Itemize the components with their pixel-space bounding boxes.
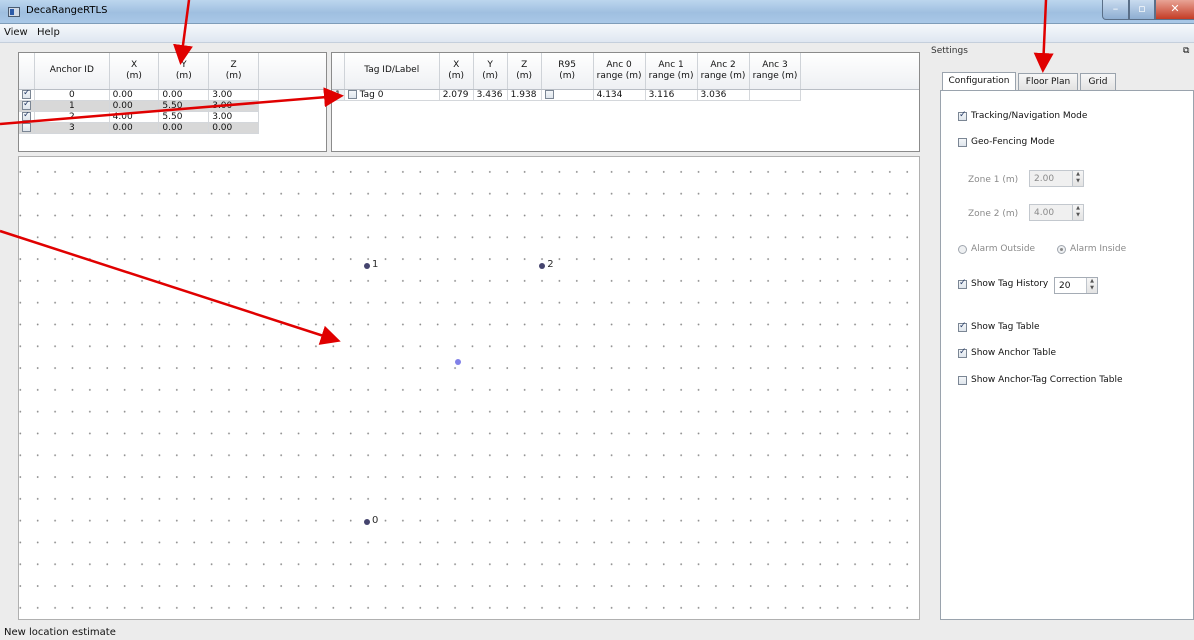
- header-anc1[interactable]: Anc 1 range (m): [645, 53, 698, 90]
- minimize-button[interactable]: –: [1102, 0, 1129, 20]
- menu-help[interactable]: Help: [37, 27, 60, 38]
- anchor-x-cell[interactable]: 0.00: [109, 122, 160, 134]
- zone2-label: Zone 2 (m): [968, 209, 1019, 219]
- anchor-x-cell[interactable]: 4.00: [109, 111, 160, 123]
- header-anc3[interactable]: Anc 3 range (m): [749, 53, 802, 90]
- anchor-enable-checkbox[interactable]: [22, 100, 31, 110]
- row-header[interactable]: 1: [332, 89, 345, 101]
- tag-y-cell[interactable]: 3.436: [473, 89, 508, 101]
- anc1-range-cell[interactable]: 3.116: [645, 89, 698, 101]
- anchor-marker[interactable]: [364, 519, 370, 525]
- anchor-table: Anchor ID X(m) Y(m) Z(m) 0 0.00 0.00 3.0…: [18, 52, 327, 152]
- tracking-mode-checkbox[interactable]: [958, 110, 967, 121]
- anchor-id-cell[interactable]: 3: [34, 122, 110, 134]
- alarm-inside-radio[interactable]: [1057, 244, 1066, 254]
- header-x[interactable]: X (m): [109, 53, 160, 90]
- tag-r95-cell[interactable]: [541, 89, 594, 101]
- show-anchor-table-checkbox[interactable]: [958, 347, 967, 358]
- anchor-x-cell[interactable]: 0.00: [109, 89, 160, 101]
- zone2-spinbox[interactable]: 4.00 ▲ ▼: [1029, 204, 1084, 221]
- anchor-y-cell[interactable]: 5.50: [158, 100, 210, 112]
- r95-checkbox[interactable]: [544, 89, 554, 99]
- anchor-x-cell[interactable]: 0.00: [109, 100, 160, 112]
- geofencing-mode-option[interactable]: Geo-Fencing Mode: [958, 137, 1055, 147]
- anchor-y-cell[interactable]: 5.50: [158, 111, 210, 123]
- header-y[interactable]: Y (m): [473, 53, 508, 90]
- anchor-z-cell[interactable]: 0.00: [208, 122, 260, 134]
- anchor-marker-label: 0: [372, 515, 379, 526]
- tag-x-cell[interactable]: 2.079: [439, 89, 474, 101]
- position-grid-view[interactable]: 1 2 0: [18, 156, 920, 620]
- anchor-enable-checkbox[interactable]: [22, 122, 31, 132]
- undock-icon[interactable]: ⧉: [1183, 46, 1189, 56]
- header-r95[interactable]: R95 (m): [541, 53, 594, 90]
- status-message: New location estimate: [4, 627, 116, 638]
- table-row[interactable]: 2 4.00 5.50 3.00: [19, 111, 326, 123]
- tag-select-checkbox[interactable]: [347, 89, 357, 99]
- anc2-range-cell[interactable]: 3.036: [697, 89, 750, 101]
- corner-header: [332, 53, 345, 90]
- show-anchor-table-option[interactable]: Show Anchor Table: [958, 347, 1056, 358]
- header-z[interactable]: Z (m): [208, 53, 260, 90]
- show-correction-table-option[interactable]: Show Anchor-Tag Correction Table: [958, 375, 1123, 385]
- corner-header: [19, 53, 35, 90]
- header-anc0[interactable]: Anc 0 range (m): [593, 53, 646, 90]
- anchor-enable-checkbox[interactable]: [22, 89, 31, 99]
- title-bar: DecaRangeRTLS – ▫ ✕: [0, 0, 1194, 24]
- header-z[interactable]: Z (m): [507, 53, 542, 90]
- anchor-y-cell[interactable]: 0.00: [158, 89, 210, 101]
- tag-table: Tag ID/Label X (m) Y (m) Z (m) R95 (m) Anc 0…: [331, 52, 920, 152]
- anchor-marker-label: 2: [547, 259, 554, 271]
- show-tag-history-checkbox[interactable]: [958, 278, 967, 289]
- show-tag-history-option[interactable]: Show Tag History: [958, 278, 1048, 289]
- tag-marker[interactable]: [455, 359, 462, 366]
- header-anc2[interactable]: Anc 2 range (m): [697, 53, 750, 90]
- table-row[interactable]: 3 0.00 0.00 0.00: [19, 122, 326, 134]
- anc3-range-cell[interactable]: [749, 89, 802, 101]
- settings-dock-title: Settings: [931, 46, 968, 56]
- alarm-outside-option[interactable]: Alarm Outside: [958, 244, 1035, 254]
- tag-history-spinbox[interactable]: 20 ▲ ▼: [1054, 277, 1098, 294]
- window-title: DecaRangeRTLS: [26, 5, 108, 16]
- table-row[interactable]: 1 0.00 5.50 3.00: [19, 100, 326, 112]
- anchor-z-cell[interactable]: 3.00: [208, 111, 260, 123]
- alarm-outside-radio[interactable]: [958, 244, 967, 254]
- anchor-z-cell[interactable]: 3.00: [208, 100, 260, 112]
- tag-z-cell[interactable]: 1.938: [507, 89, 542, 101]
- anchor-marker-label: 1: [372, 259, 379, 271]
- alarm-inside-option[interactable]: Alarm Inside: [1057, 244, 1126, 254]
- anchor-y-cell[interactable]: 0.00: [158, 122, 210, 134]
- tab-grid[interactable]: Grid: [1080, 73, 1116, 90]
- tracking-mode-option[interactable]: Tracking/Navigation Mode: [958, 110, 1087, 121]
- anc0-range-cell[interactable]: 4.134: [593, 89, 646, 101]
- show-tag-table-checkbox[interactable]: [958, 321, 967, 332]
- tab-configuration[interactable]: Configuration: [942, 72, 1016, 91]
- status-bar: New location estimate: [0, 626, 1194, 640]
- geofencing-mode-checkbox[interactable]: [958, 137, 967, 147]
- table-row[interactable]: 1 Tag 0 2.079 3.436 1.938 4.134 3.116 3.…: [332, 89, 919, 101]
- header-x[interactable]: X (m): [439, 53, 474, 90]
- anchor-enable-checkbox[interactable]: [22, 111, 31, 121]
- maximize-button[interactable]: ▫: [1129, 0, 1155, 20]
- anchor-marker[interactable]: [539, 263, 546, 270]
- tab-floor-plan[interactable]: Floor Plan: [1018, 73, 1078, 90]
- show-correction-table-checkbox[interactable]: [958, 375, 967, 385]
- header-anchor-id[interactable]: Anchor ID: [34, 53, 110, 90]
- tag-label-cell[interactable]: Tag 0: [344, 89, 440, 101]
- close-button[interactable]: ✕: [1155, 0, 1194, 20]
- zone1-spinbox[interactable]: 2.00 ▲ ▼: [1029, 170, 1084, 187]
- app-icon: [8, 7, 20, 17]
- anchor-id-cell[interactable]: 0: [34, 89, 110, 101]
- menu-bar: View Help: [0, 24, 1194, 43]
- anchor-z-cell[interactable]: 3.00: [208, 89, 260, 101]
- anchor-id-cell[interactable]: 1: [34, 100, 110, 112]
- zone1-label: Zone 1 (m): [968, 175, 1019, 185]
- anchor-marker[interactable]: [364, 263, 370, 270]
- header-y[interactable]: Y (m): [158, 53, 210, 90]
- menu-view[interactable]: View: [4, 27, 28, 38]
- table-row[interactable]: 0 0.00 0.00 3.00: [19, 89, 326, 101]
- header-tag-label[interactable]: Tag ID/Label: [344, 53, 440, 90]
- anchor-id-cell[interactable]: 2: [34, 111, 110, 123]
- show-tag-table-option[interactable]: Show Tag Table: [958, 321, 1040, 332]
